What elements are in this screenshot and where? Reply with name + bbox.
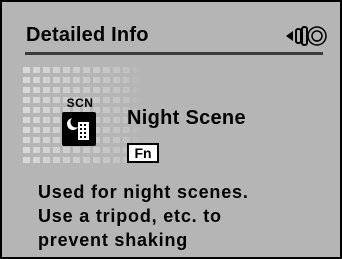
description-text: Used for night scenes. Use a tripod, etc… bbox=[38, 180, 338, 252]
description-line: Use a tripod, etc. to bbox=[38, 206, 222, 226]
description-line: prevent shaking bbox=[38, 230, 189, 250]
page-title: Detailed Info bbox=[26, 24, 149, 46]
scene-mode-badge: SCN bbox=[60, 96, 100, 146]
camera-info-screen: Detailed Info SCN Night Scene Fn Used fo… bbox=[0, 0, 342, 259]
fn-button-badge: Fn bbox=[127, 143, 159, 163]
scn-label: SCN bbox=[66, 96, 94, 110]
night-scene-icon bbox=[62, 112, 96, 146]
mode-name: Night Scene bbox=[127, 107, 246, 129]
header-divider bbox=[25, 52, 323, 55]
header: Detailed Info bbox=[2, 2, 340, 56]
left-right-dial-icon bbox=[286, 26, 327, 46]
description-line: Used for night scenes. bbox=[38, 182, 249, 202]
